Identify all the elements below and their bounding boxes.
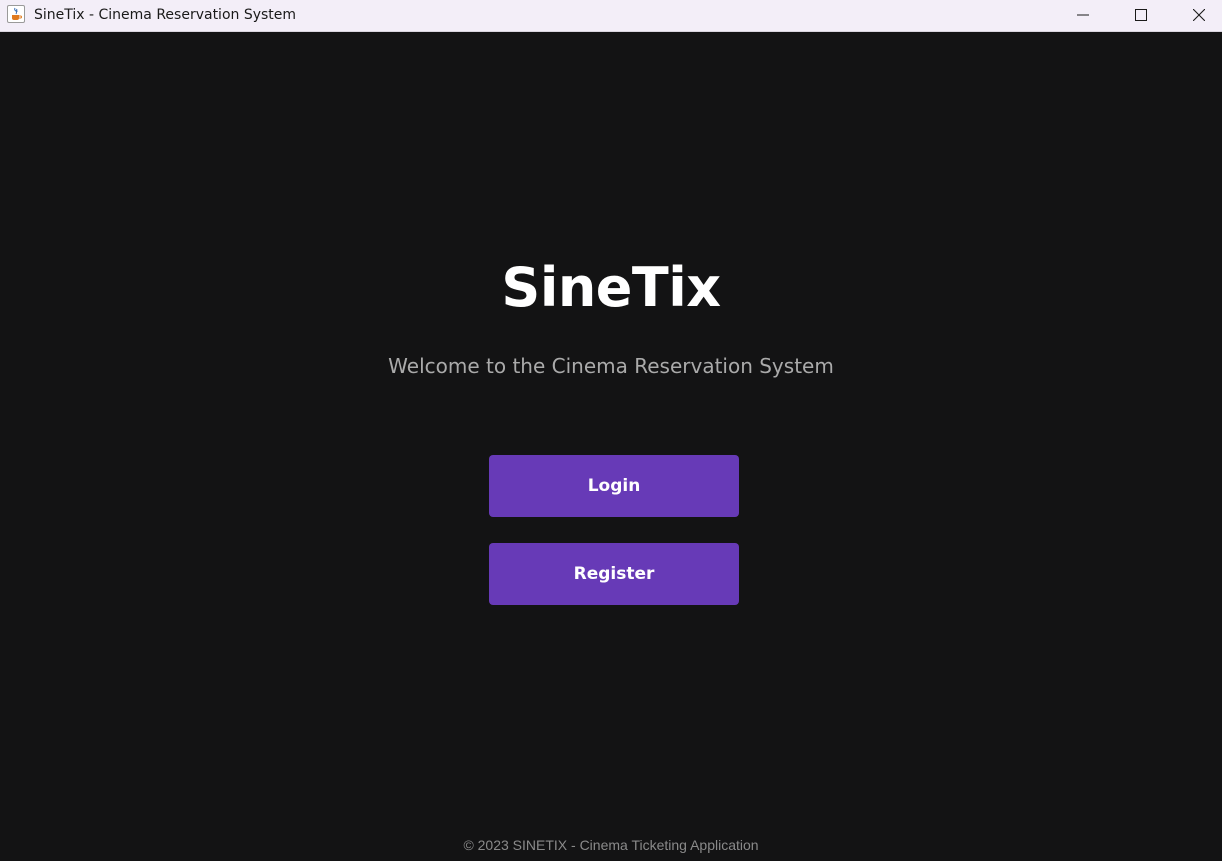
- java-cup-icon: [7, 5, 25, 23]
- login-button[interactable]: Login: [489, 455, 739, 517]
- welcome-panel: SineTix Welcome to the Cinema Reservatio…: [0, 33, 1222, 861]
- register-button[interactable]: Register: [489, 543, 739, 605]
- footer-copyright: © 2023 SINETIX - Cinema Ticketing Applic…: [463, 837, 759, 853]
- app-window: SineTix - Cinema Reservation System Sine…: [0, 0, 1222, 861]
- close-icon: [1193, 9, 1205, 21]
- minimize-button[interactable]: [1060, 0, 1106, 30]
- welcome-tagline: Welcome to the Cinema Reservation System: [388, 354, 834, 378]
- brand-title: SineTix: [501, 256, 721, 319]
- maximize-icon: [1135, 9, 1147, 21]
- register-button-label: Register: [573, 564, 655, 584]
- login-button-label: Login: [587, 476, 641, 496]
- window-title: SineTix - Cinema Reservation System: [34, 7, 297, 23]
- minimize-icon: [1077, 14, 1089, 16]
- close-button[interactable]: [1176, 0, 1222, 30]
- title-bar[interactable]: SineTix - Cinema Reservation System: [0, 0, 1222, 32]
- maximize-button[interactable]: [1118, 0, 1164, 30]
